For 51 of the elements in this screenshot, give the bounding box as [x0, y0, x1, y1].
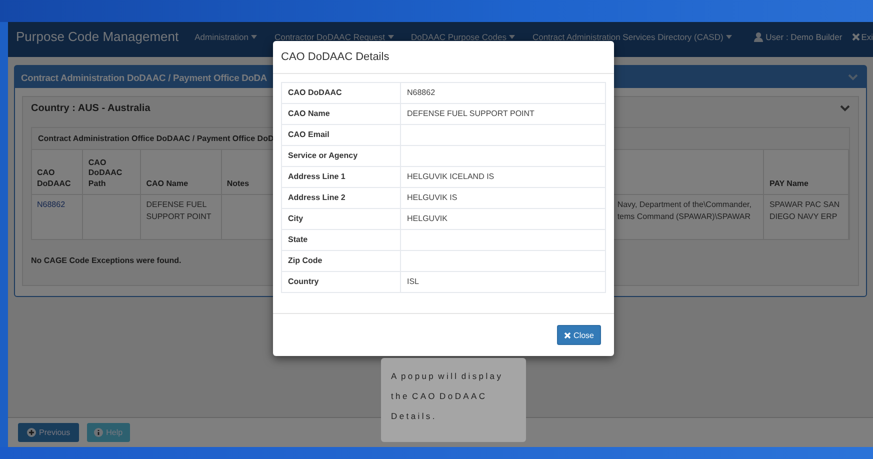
field-value: ISL — [407, 277, 420, 286]
field-value: HELGUVIK IS — [407, 193, 458, 202]
field-label: Address Line 2 — [288, 193, 346, 202]
field-value: HELGUVIK ICELAND IS — [407, 172, 494, 181]
column-header: PAY Name — [769, 179, 808, 188]
column-header: CAO DoDAAC Path — [88, 158, 122, 188]
dialog-title: CAO DoDAAC Details — [281, 51, 390, 63]
column-header: CAO DoDAAC — [37, 168, 71, 188]
tooltip: A popup will display the CAO DoDAAC Details. — [381, 358, 526, 442]
info-icon — [94, 428, 104, 437]
dodaac-link[interactable]: N68862 — [37, 200, 66, 209]
field-label: Service or Agency — [288, 151, 358, 160]
table-cell: DEFENSE FUEL SUPPORT POINT — [146, 200, 212, 221]
previous-button[interactable]: Previous — [18, 423, 80, 442]
nav-menu[interactable]: Administration — [194, 32, 258, 42]
field-label: CAO Name — [288, 109, 330, 118]
field-label: CAO DoDAAC — [288, 88, 342, 97]
caret-icon — [509, 34, 516, 38]
caret-icon — [726, 34, 732, 38]
column-header: Notes — [226, 179, 250, 188]
table-cell: SPAWAR PAC SAN DIEGO NAVY ERP — [769, 200, 840, 221]
close-button[interactable]: Close — [556, 325, 601, 345]
panel-title: Contract Administration DoDAAC / Payment Office DoDA — [21, 72, 268, 82]
field-label: Address Line 1 — [288, 172, 346, 181]
table-cell: Navy, Department of the\Commander, tems Command (SPAWAR)\SPAWAR — [617, 200, 752, 221]
field-label: Country — [288, 277, 319, 286]
table-caption: Contract Administration Office DoDAAC / Payment Office DoD — [38, 134, 274, 143]
field-label: City — [288, 214, 304, 223]
nav-menu[interactable]: DoDAAC Purpose Codes — [411, 32, 516, 42]
caret-icon — [251, 34, 258, 38]
field-label: State — [288, 235, 308, 244]
close-icon — [852, 32, 860, 40]
caret-icon — [388, 34, 394, 38]
nav-menu[interactable]: Contractor DoDAAC Request — [274, 32, 394, 42]
country-title: Country : AUS - Australia — [31, 102, 150, 114]
user-icon — [754, 32, 763, 42]
field-value: N68862 — [407, 88, 436, 97]
nav-menu[interactable]: Contract Administration Services Directory (CASD) — [532, 32, 732, 42]
app-title: Purpose Code Management — [16, 29, 179, 44]
close-icon — [564, 332, 571, 338]
plus-circle-icon — [27, 428, 36, 437]
help-button[interactable]: Help — [87, 423, 130, 442]
field-value: DEFENSE FUEL SUPPORT POINT — [407, 109, 534, 118]
user-link[interactable]: User : Demo Builder — [766, 32, 842, 42]
chevron-down-icon[interactable] — [840, 104, 850, 112]
field-label: Zip Code — [288, 256, 322, 265]
empty-message: No CAGE Code Exceptions were found. — [31, 256, 182, 265]
field-value: HELGUVIK — [407, 214, 448, 223]
exit-link[interactable]: Exi — [861, 32, 873, 42]
field-label: CAO Email — [288, 130, 330, 139]
column-header: CAO Name — [146, 179, 188, 188]
